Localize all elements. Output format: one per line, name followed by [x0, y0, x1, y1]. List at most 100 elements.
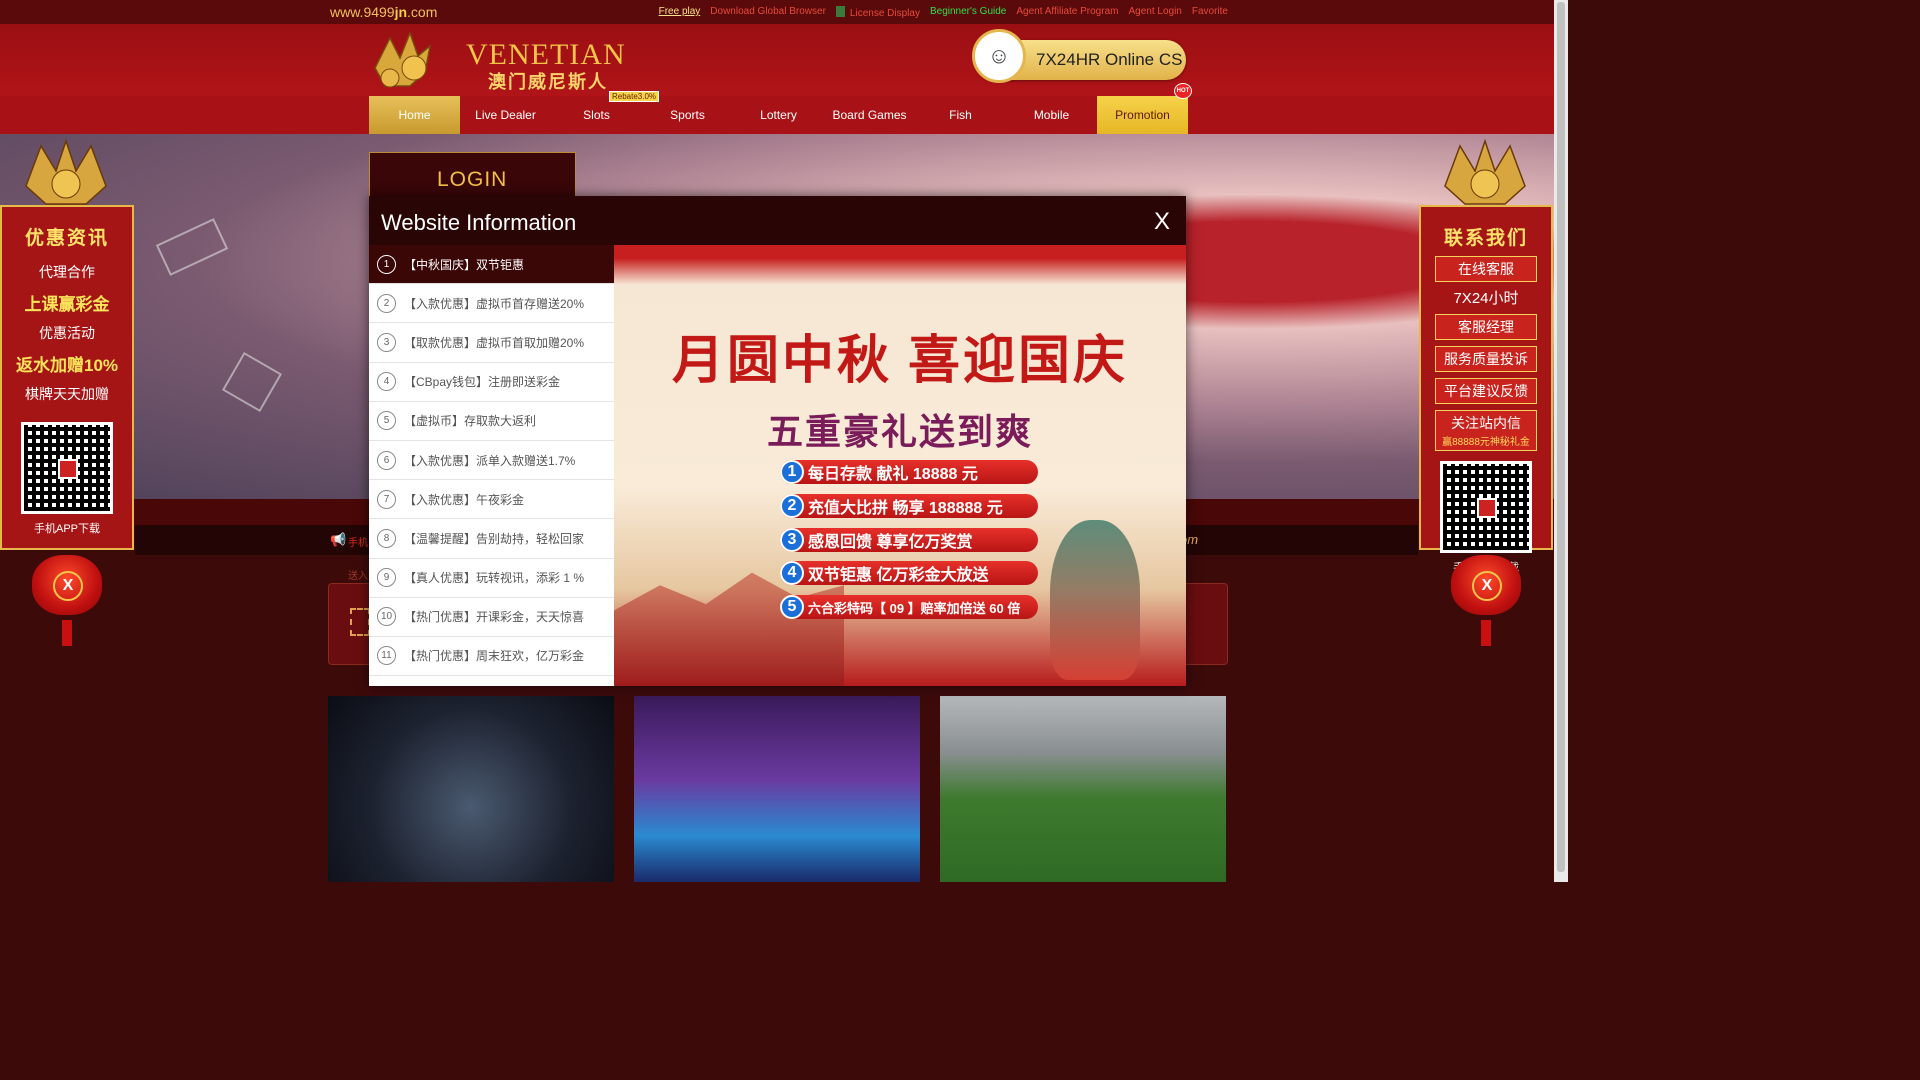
- notice-text: 【真人优惠】玩转视讯，添彩 1 %: [404, 571, 585, 586]
- poster-subheadline: 五重豪礼送到爽: [766, 411, 1033, 452]
- left-link-rebate[interactable]: 返水加赠10%: [10, 351, 124, 376]
- link-download-browser[interactable]: Download Global Browser: [710, 6, 826, 19]
- notice-item[interactable]: 11 【热门优惠】周末狂欢，亿万彩金: [369, 636, 614, 677]
- notice-number: 11: [377, 646, 396, 666]
- close-icon[interactable]: X: [53, 571, 83, 601]
- notice-number: 1: [377, 254, 396, 274]
- left-link-promotions[interactable]: 优惠活动: [10, 323, 124, 343]
- slots-game-tile[interactable]: [328, 696, 614, 882]
- link-agent-login[interactable]: Agent Login: [1128, 6, 1181, 19]
- notice-item[interactable]: 8 【温馨提醒】告别劫持，轻松回家: [369, 519, 614, 559]
- lantern-tassel: [1481, 620, 1491, 646]
- left-panel-title: 优惠资讯: [24, 228, 109, 249]
- hot-badge: HOT: [1174, 83, 1192, 99]
- nav-mobile[interactable]: Mobile: [1006, 96, 1097, 134]
- fairy-illustration: [1050, 520, 1140, 680]
- rebate-badge: Rebate3.0%: [609, 91, 660, 102]
- poster-headline: 月圆中秋 喜迎国庆: [671, 333, 1128, 390]
- offer-number: 3: [780, 528, 804, 552]
- modal-close-button[interactable]: X: [1154, 208, 1170, 236]
- notice-number: 8: [377, 528, 396, 548]
- info-box-icon: [350, 608, 370, 636]
- link-beginners-guide[interactable]: Beginner's Guide: [930, 6, 1006, 19]
- link-free-play[interactable]: Free play: [659, 6, 701, 19]
- link-favorite[interactable]: Favorite: [1192, 6, 1228, 19]
- offer-text: 六合彩特码【 09 】赔率加倍送 60 倍: [808, 600, 1021, 616]
- lantern-tassel: [62, 620, 72, 646]
- left-panel-close-lantern[interactable]: X: [32, 555, 102, 615]
- nav-board-games[interactable]: Board Games: [824, 96, 915, 134]
- notice-item[interactable]: 5 【虚拟币】存取款大返利: [369, 401, 614, 441]
- sports-game-tile[interactable]: [940, 696, 1226, 882]
- cs-agent-avatar: ☺: [972, 29, 1026, 83]
- complaint-button[interactable]: 服务质量投诉: [1435, 346, 1537, 372]
- notice-item[interactable]: 2 【入款优惠】虚拟币首存赠送20%: [369, 284, 614, 324]
- notice-number: 2: [377, 293, 396, 313]
- notice-number: 3: [377, 332, 396, 352]
- poster-offer: 3 感恩回馈 尊享亿万奖赏: [780, 528, 1038, 552]
- left-link-agent[interactable]: 代理合作: [10, 262, 124, 282]
- notice-item[interactable]: 1 【中秋国庆】双节钜惠: [369, 245, 614, 285]
- cs-label: 7X24HR Online CS: [1036, 50, 1183, 69]
- link-license-display[interactable]: License Display: [835, 6, 920, 19]
- notice-item[interactable]: 3 【取款优惠】虚拟币首取加赠20%: [369, 323, 614, 363]
- nav-home[interactable]: Home: [369, 96, 460, 134]
- notice-item[interactable]: 10 【热门优惠】开课彩金，天天惊喜: [369, 597, 614, 637]
- cs-manager-button[interactable]: 客服经理: [1435, 314, 1537, 340]
- left-qr-code: [21, 422, 113, 514]
- notice-number: 7: [377, 489, 396, 509]
- poster-offer: 4 双节钜惠 亿万彩金大放送: [780, 561, 1038, 585]
- logo-subtitle: 澳门威尼斯人: [488, 72, 608, 92]
- nav-live-dealer[interactable]: Live Dealer: [460, 96, 551, 134]
- notice-item[interactable]: 6 【入款优惠】派单入款赠送1.7%: [369, 440, 614, 481]
- site-url: www.9499jn.com: [330, 4, 438, 20]
- nav-fish[interactable]: Fish: [915, 96, 1006, 134]
- offer-text: 双节钜惠 亿万彩金大放送: [808, 567, 989, 584]
- secondary-text-fragment: 送入: [348, 571, 368, 582]
- notice-text: 【入款优惠】派单入款赠送1.7%: [404, 453, 576, 468]
- notice-text: 【虚拟币】存取款大返利: [404, 414, 537, 429]
- notice-number: 6: [377, 450, 396, 470]
- online-service-button[interactable]: 在线客服: [1435, 256, 1537, 282]
- left-promo-panel: 优惠资讯 代理合作 上课赢彩金 优惠活动 返水加赠10% 棋牌天天加赠 手机AP…: [0, 205, 134, 550]
- nav-promotion[interactable]: Promotion: [1097, 96, 1188, 134]
- announcement-text: 手机: [348, 538, 368, 549]
- main-nav: Home Live Dealer Slots Sports Lottery Bo…: [369, 96, 1188, 134]
- logo-name: VENETIAN: [466, 38, 626, 71]
- left-qr-caption[interactable]: 手机APP下载: [2, 520, 132, 536]
- notice-text: 【热门优惠】周末狂欢，亿万彩金: [404, 649, 585, 664]
- header: [0, 24, 1568, 96]
- left-lion-crest-icon: [25, 138, 107, 205]
- offer-number: 2: [780, 494, 804, 518]
- notice-text: 【取款优惠】虚拟币首取加赠20%: [404, 335, 585, 350]
- login-title[interactable]: LOGIN: [437, 168, 507, 192]
- messages-button[interactable]: 关注站内信 赢88888元神秘礼金: [1435, 410, 1537, 451]
- notice-item[interactable]: 4 【CBpay钱包】注册即送彩金: [369, 362, 614, 402]
- service-hours: 7X24小时: [1453, 290, 1519, 307]
- modal-title: Website Information: [381, 210, 577, 235]
- offer-text: 充值大比拼 畅享 188888 元: [808, 500, 1003, 517]
- scrollbar-thumb[interactable]: [1557, 2, 1565, 872]
- left-link-board-games[interactable]: 棋牌天天加赠: [10, 384, 124, 404]
- poster-offer: 2 充值大比拼 畅享 188888 元: [780, 494, 1038, 518]
- notice-item[interactable]: 9 【真人优惠】玩转视讯，添彩 1 %: [369, 558, 614, 598]
- right-panel-close-lantern[interactable]: X: [1451, 555, 1521, 615]
- megaphone-icon: 📢: [330, 532, 347, 547]
- offer-text: 每日存款 献礼 18888 元: [808, 466, 978, 483]
- right-lion-crest-icon: [1444, 138, 1526, 205]
- notice-number: 4: [377, 372, 396, 392]
- winged-lion-logo-icon[interactable]: [370, 28, 465, 92]
- link-agent-affiliate[interactable]: Agent Affiliate Program: [1016, 6, 1118, 19]
- feedback-button[interactable]: 平台建议反馈: [1435, 378, 1537, 404]
- top-links: Free play Download Global Browser Licens…: [659, 6, 1228, 19]
- live-dealer-game-tile[interactable]: [634, 696, 920, 882]
- notice-text: 【入款优惠】虚拟币首存赠送20%: [404, 296, 585, 311]
- notice-item[interactable]: 7 【入款优惠】午夜彩金: [369, 480, 614, 520]
- left-link-class-bonus[interactable]: 上课赢彩金: [10, 290, 124, 315]
- right-panel-title: 联系我们: [1443, 228, 1528, 249]
- nav-lottery[interactable]: Lottery: [733, 96, 824, 134]
- license-icon: [835, 6, 845, 17]
- close-icon[interactable]: X: [1472, 571, 1502, 601]
- notice-text: 【入款优惠】午夜彩金: [404, 492, 525, 507]
- online-cs-button[interactable]: ☺ 7X24HR Online CS: [972, 29, 1186, 83]
